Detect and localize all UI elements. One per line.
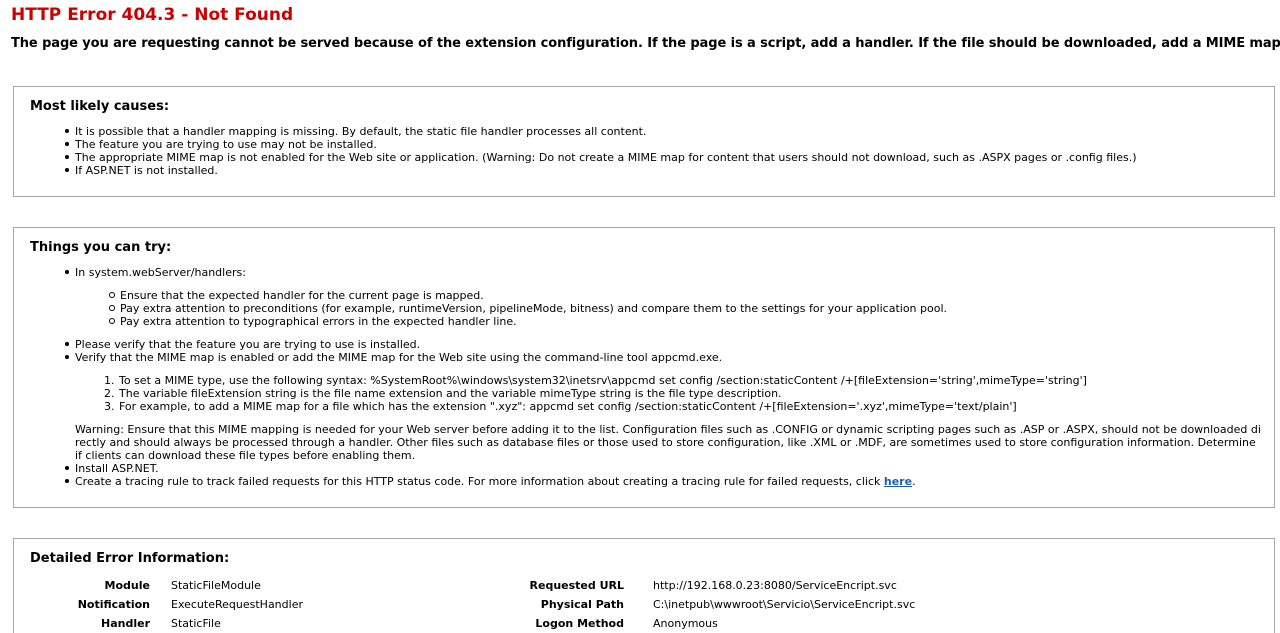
try-panel: Things you can try: In system.webServer/…	[13, 227, 1275, 508]
list-item: 1. To set a MIME type, use the following …	[104, 374, 1262, 387]
list-item: 3. For example, to add a MIME map for a f…	[104, 400, 1262, 413]
detail-value-module: StaticFileModule	[171, 579, 261, 592]
detail-label-logon-method: Logon Method	[535, 617, 624, 630]
list-item-text: In system.webServer/handlers:	[75, 266, 246, 279]
detail-label-notification: Notification	[77, 598, 150, 611]
page-title: HTTP Error 404.3 - Not Found	[11, 5, 294, 25]
try-list: In system.webServer/handlers: Ensure tha…	[65, 266, 1262, 488]
step-number: 3.	[104, 400, 115, 413]
list-item: Pay extra attention to preconditions (fo…	[109, 302, 1262, 315]
mime-warning: Warning: Ensure that this MIME mapping i…	[75, 423, 1261, 462]
step-text: The variable fileExtension string is the…	[119, 387, 782, 400]
detail-value-logon-method: Anonymous	[653, 617, 718, 630]
detail-label-module: Module	[104, 579, 150, 592]
causes-panel: Most likely causes: It is possible that …	[13, 86, 1275, 197]
list-item-text: Verify that the MIME map is enabled or a…	[75, 351, 723, 364]
detail-label-physical-path: Physical Path	[540, 598, 624, 611]
page-subtitle: The page you are requesting cannot be se…	[11, 36, 1280, 51]
list-item: The feature you are trying to use may no…	[65, 138, 1137, 151]
list-item: 2. The variable fileExtension string is t…	[104, 387, 1262, 400]
detail-value-requested-url: http://192.168.0.23:8080/ServiceEncript.…	[653, 579, 897, 592]
list-item: Create a tracing rule to track failed re…	[65, 475, 1262, 488]
list-item: Ensure that the expected handler for the…	[109, 289, 1262, 302]
list-item: The appropriate MIME map is not enabled …	[65, 151, 1137, 164]
detail-label-handler: Handler	[101, 617, 150, 630]
details-panel: Detailed Error Information: Module Stati…	[13, 538, 1275, 633]
list-item-text: Create a tracing rule to track failed re…	[75, 475, 884, 488]
list-item: Pay extra attention to typographical err…	[109, 315, 1262, 328]
step-text: To set a MIME type, use the following sy…	[119, 374, 1087, 387]
list-item: Verify that the MIME map is enabled or a…	[65, 351, 1262, 462]
causes-heading: Most likely causes:	[30, 99, 170, 114]
list-item: If ASP.NET is not installed.	[65, 164, 1137, 177]
detail-value-notification: ExecuteRequestHandler	[171, 598, 303, 611]
list-item: Install ASP.NET.	[65, 462, 1262, 475]
details-heading: Detailed Error Information:	[30, 551, 230, 566]
list-item: In system.webServer/handlers: Ensure tha…	[65, 266, 1262, 328]
detail-label-requested-url: Requested URL	[529, 579, 624, 592]
list-item: It is possible that a handler mapping is…	[65, 125, 1137, 138]
error-page: HTTP Error 404.3 - Not Found The page yo…	[0, 0, 1280, 633]
step-number: 2.	[104, 387, 115, 400]
mime-steps-list: 1. To set a MIME type, use the following …	[104, 374, 1262, 413]
detail-value-physical-path: C:\inetpub\wwwroot\Servicio\ServiceEncri…	[653, 598, 916, 611]
list-item-end: .	[912, 475, 916, 488]
handlers-sublist: Ensure that the expected handler for the…	[109, 289, 1262, 328]
list-item: Please verify that the feature you are t…	[65, 338, 1262, 351]
causes-list: It is possible that a handler mapping is…	[65, 125, 1137, 177]
step-text: For example, to add a MIME map for a fil…	[119, 400, 1017, 413]
try-heading: Things you can try:	[30, 240, 172, 255]
here-link[interactable]: here	[884, 475, 912, 488]
detail-value-handler: StaticFile	[171, 617, 221, 630]
step-number: 1.	[104, 374, 115, 387]
